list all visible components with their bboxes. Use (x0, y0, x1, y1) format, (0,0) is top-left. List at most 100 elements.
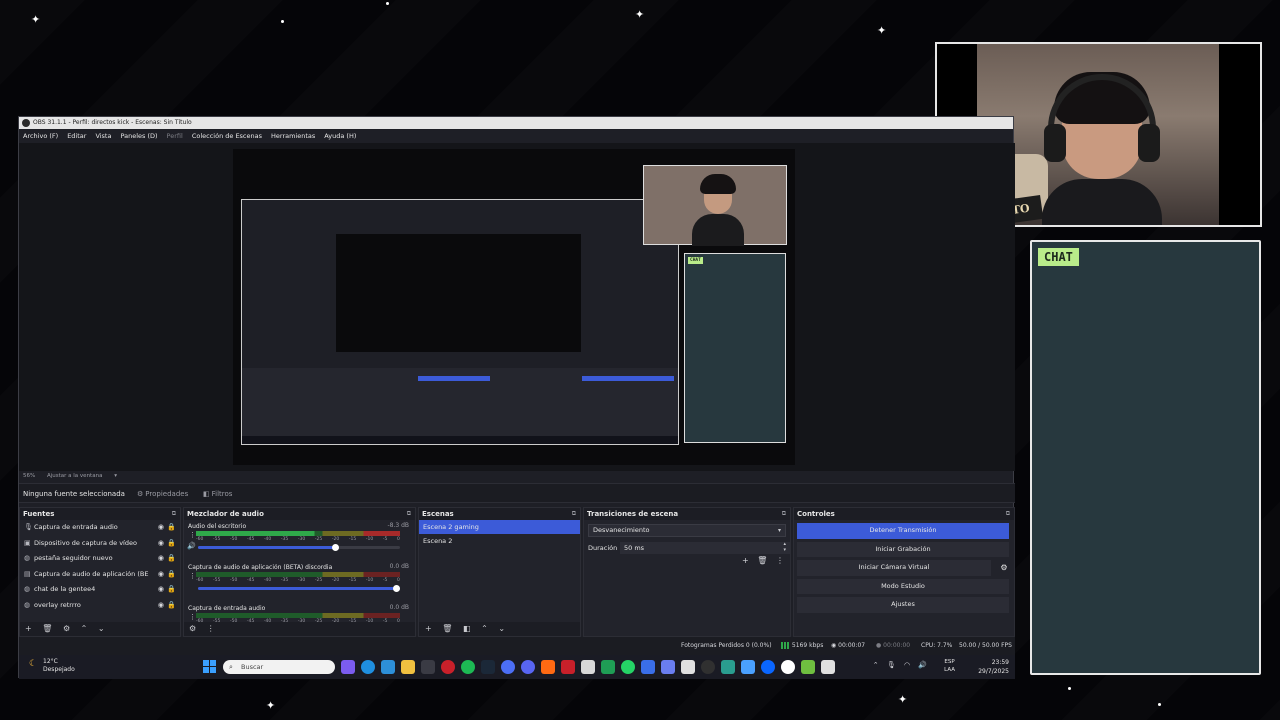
app-icon[interactable] (641, 660, 655, 674)
transition-select[interactable]: Desvanecimiento ▾ (588, 524, 786, 537)
volume-slider[interactable] (198, 544, 400, 551)
volume-slider[interactable] (198, 585, 400, 592)
trash-icon[interactable]: 🗑 (757, 556, 767, 565)
more-options-icon[interactable]: ⋮ (189, 531, 196, 539)
visibility-eye-icon[interactable]: ◉ (158, 551, 164, 567)
language-indicator[interactable]: ESP LAA (944, 658, 955, 674)
wifi-icon[interactable]: ◠ (904, 661, 910, 669)
more-options-icon[interactable]: ⋮ (207, 624, 215, 633)
trash-icon[interactable]: 🗑 (442, 624, 452, 633)
app-icon[interactable] (741, 660, 755, 674)
lock-icon[interactable]: 🔒 (167, 582, 176, 598)
spotify-icon[interactable] (461, 660, 475, 674)
duration-spinner[interactable]: ▴ ▾ (783, 541, 786, 553)
app-icon[interactable] (761, 660, 775, 674)
program-preview[interactable]: CHAT (233, 149, 795, 465)
scene-item[interactable]: Escena 2 (419, 534, 580, 548)
menu-perfil[interactable]: Perfil (167, 129, 183, 143)
lock-icon[interactable]: 🔒 (167, 551, 176, 567)
microphone-icon[interactable]: 🎙 (887, 661, 896, 669)
undock-icon[interactable]: ⧉ (572, 508, 576, 520)
filters-button[interactable]: ◧ Filtros (203, 484, 232, 504)
visibility-eye-icon[interactable]: ◉ (158, 520, 164, 536)
zoom-level[interactable]: 56% (23, 473, 35, 479)
windows-start-icon[interactable] (203, 660, 216, 673)
source-item[interactable]: ▤ Captura de audio de aplicación (BE ◉ 🔒 (20, 567, 180, 583)
obs-icon[interactable] (701, 660, 715, 674)
undock-icon[interactable]: ⧉ (407, 508, 411, 520)
store-icon[interactable] (381, 660, 395, 674)
visibility-eye-icon[interactable]: ◉ (158, 598, 164, 614)
lock-icon[interactable]: 🔒 (167, 520, 176, 536)
source-item[interactable]: ▣ Dispositivo de captura de vídeo ◉ 🔒 (20, 536, 180, 552)
stop-stream-button[interactable]: Detener Transmisión (797, 523, 1009, 539)
source-item[interactable]: ◍ overlay retrrro ◉ 🔒 (20, 598, 180, 614)
virtual-camera-button[interactable]: Iniciar Cámara Virtual (797, 560, 991, 576)
duration-input[interactable]: 50 ms (620, 542, 790, 554)
move-up-icon[interactable]: ⌃ (481, 624, 488, 633)
menu-editar[interactable]: Editar (67, 129, 86, 143)
undock-icon[interactable]: ⧉ (782, 508, 786, 520)
more-options-icon[interactable]: ⋮ (776, 556, 784, 565)
app-icon[interactable] (721, 660, 735, 674)
settings-button[interactable]: Ajustes (797, 597, 1009, 613)
speaker-icon[interactable]: 🔊 (918, 661, 927, 669)
undock-icon[interactable]: ⧉ (172, 508, 176, 520)
menu-ayuda[interactable]: Ayuda (H) (324, 129, 356, 143)
undock-icon[interactable]: ⧉ (1006, 508, 1010, 520)
speaker-icon[interactable]: 🔊 (187, 542, 196, 550)
source-item[interactable]: 🎙Captura de entrada audio ◉ 🔒 (20, 520, 180, 536)
menu-archivo[interactable]: Archivo (F) (23, 129, 58, 143)
lock-icon[interactable]: 🔒 (167, 536, 176, 552)
studio-mode-button[interactable]: Modo Estudio (797, 578, 1009, 594)
mixer-settings-icon[interactable]: ⚙ (189, 624, 196, 633)
menu-vista[interactable]: Vista (95, 129, 111, 143)
discord-icon[interactable] (521, 660, 535, 674)
visibility-eye-icon[interactable]: ◉ (158, 582, 164, 598)
source-item[interactable]: ◍ pestaña seguidor nuevo ◉ 🔒 (20, 551, 180, 567)
capcut-icon[interactable] (821, 660, 835, 674)
chevron-down-icon[interactable]: ▾ (114, 473, 117, 479)
copilot-icon[interactable] (341, 660, 355, 674)
clock[interactable]: 23:59 29/7/2025 (978, 658, 1009, 676)
properties-button[interactable]: ⚙ Propiedades (137, 484, 188, 504)
chevron-up-icon[interactable]: ⌃ (873, 661, 879, 669)
folder-icon[interactable] (401, 660, 415, 674)
filter-icon[interactable]: ◧ (463, 624, 471, 633)
trash-icon[interactable]: 🗑 (42, 624, 52, 633)
steam-icon[interactable] (481, 660, 495, 674)
edge-icon[interactable] (361, 660, 375, 674)
visibility-eye-icon[interactable]: ◉ (158, 567, 164, 583)
add-scene-icon[interactable]: + (425, 624, 432, 633)
fit-window-toggle[interactable]: Ajustar a la ventana (47, 473, 102, 479)
excel-icon[interactable] (601, 660, 615, 674)
more-options-icon[interactable]: ⋮ (189, 572, 196, 580)
opera-icon[interactable] (441, 660, 455, 674)
start-recording-button[interactable]: Iniciar Grabación (797, 541, 1009, 557)
whatsapp-icon[interactable] (621, 660, 635, 674)
app-icon[interactable] (561, 660, 575, 674)
calendar-icon[interactable] (581, 660, 595, 674)
menu-paneles[interactable]: Paneles (D) (120, 129, 157, 143)
obs-window[interactable]: OBS 31.1.1 - Perfil: directos kick - Esc… (18, 116, 1015, 679)
menu-coleccion-escenas[interactable]: Colección de Escenas (192, 129, 262, 143)
app-icon[interactable] (421, 660, 435, 674)
add-transition-icon[interactable]: + (742, 556, 749, 565)
lock-icon[interactable]: 🔒 (167, 598, 176, 614)
taskbar-search[interactable]: ⌕ Buscar (223, 660, 335, 674)
move-down-icon[interactable]: ⌄ (98, 624, 105, 633)
menu-herramientas[interactable]: Herramientas (271, 129, 315, 143)
app-icon[interactable] (541, 660, 555, 674)
more-options-icon[interactable]: ⋮ (189, 613, 196, 621)
minecraft-icon[interactable] (801, 660, 815, 674)
window-titlebar[interactable]: OBS 31.1.1 - Perfil: directos kick - Esc… (19, 117, 1013, 129)
app-icon[interactable] (501, 660, 515, 674)
move-up-icon[interactable]: ⌃ (81, 624, 88, 633)
app-icon[interactable] (661, 660, 675, 674)
lock-icon[interactable]: 🔒 (167, 567, 176, 583)
source-item[interactable]: ◍ chat de la gentee4 ◉ 🔒 (20, 582, 180, 598)
add-source-icon[interactable]: + (25, 624, 32, 633)
visibility-eye-icon[interactable]: ◉ (158, 536, 164, 552)
app-icon[interactable] (781, 660, 795, 674)
gear-icon[interactable]: ⚙ (997, 560, 1011, 576)
